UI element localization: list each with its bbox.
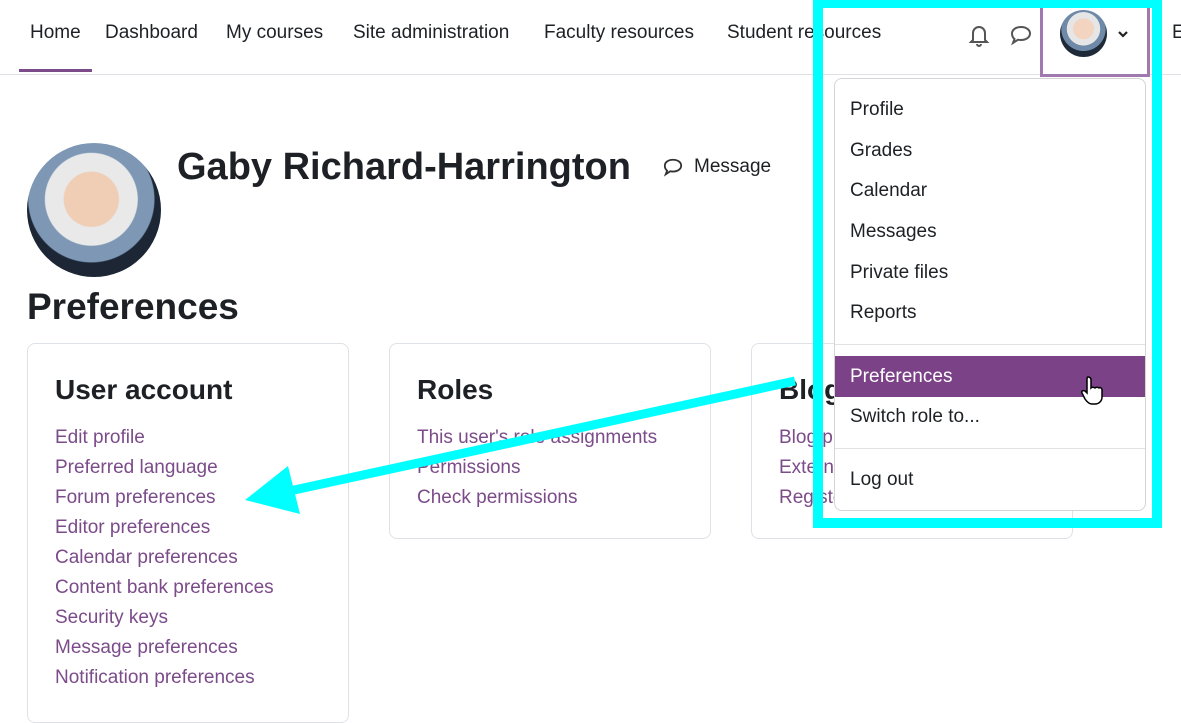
annotation-arrow-head	[245, 466, 300, 514]
hand-pointer-cursor-icon	[1081, 376, 1103, 405]
annotation-layer	[245, 376, 1103, 514]
annotation-arrow-shaft	[284, 376, 796, 497]
